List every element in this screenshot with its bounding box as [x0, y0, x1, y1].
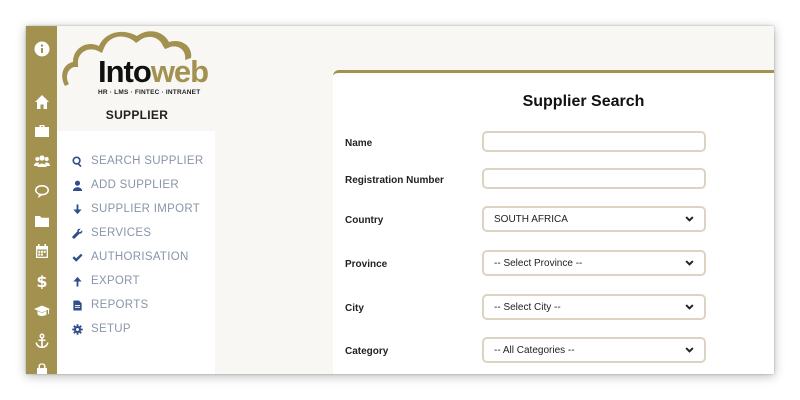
menu-item-label: SETUP [91, 323, 131, 335]
brand-tagline: HR · LMS · FINTEC · INTRANET [98, 89, 201, 96]
menu-item-setup[interactable]: SETUP [57, 319, 215, 339]
anchor-icon[interactable] [26, 330, 57, 352]
check-icon [72, 253, 83, 262]
category-select[interactable]: -- All Categories -- [482, 337, 706, 363]
chevron-down-icon [685, 346, 694, 355]
folder-icon[interactable] [26, 210, 57, 232]
wrench-icon [72, 228, 83, 239]
chat-icon[interactable] [26, 180, 57, 202]
cog-icon [72, 323, 83, 335]
user-icon [72, 180, 83, 191]
city-label: City [345, 303, 364, 314]
icon-rail: $ [26, 26, 57, 374]
city-select[interactable]: -- Select City -- [482, 294, 706, 320]
menu-item-authorisation[interactable]: AUTHORISATION [57, 247, 215, 267]
page-title: Supplier Search [522, 93, 645, 110]
brand-wordmark: Intoweb [98, 54, 209, 89]
menu-item-services[interactable]: SERVICES [57, 223, 215, 243]
menu-item-label: SEARCH SUPPLIER [91, 155, 204, 167]
file-icon [73, 299, 82, 311]
category-select-value: -- All Categories -- [494, 344, 575, 356]
city-select-value: -- Select City -- [494, 301, 561, 313]
registration-number-label: Registration Number [345, 175, 444, 186]
menu-item-supplier-import[interactable]: SUPPLIER IMPORT [57, 199, 215, 219]
calendar-icon[interactable] [26, 240, 57, 262]
chevron-down-icon [685, 215, 694, 224]
menu-item-label: REPORTS [91, 299, 149, 311]
users-icon[interactable] [26, 150, 57, 172]
brand-name-part2: web [150, 54, 209, 89]
supplier-search-card: Supplier Search Name Registration Number… [333, 70, 774, 374]
category-label: Category [345, 346, 389, 357]
country-select-value: SOUTH AFRICA [494, 213, 568, 225]
arrow-down-icon [73, 203, 82, 214]
dollar-icon[interactable]: $ [26, 270, 57, 292]
menu-item-label: EXPORT [91, 275, 140, 287]
province-select[interactable]: -- Select Province -- [482, 250, 706, 276]
menu-item-reports[interactable]: REPORTS [57, 295, 215, 315]
svg-text:$: $ [36, 273, 47, 289]
supplier-menu: SEARCH SUPPLIER ADD SUPPLIER SUPPLIER IM… [57, 131, 215, 374]
chevron-down-icon [685, 303, 694, 312]
search-icon [72, 155, 82, 167]
name-input[interactable] [482, 131, 706, 152]
registration-number-input[interactable] [482, 168, 706, 189]
info-icon[interactable] [26, 38, 57, 60]
menu-item-search-supplier[interactable]: SEARCH SUPPLIER [57, 151, 215, 171]
briefcase-icon[interactable] [26, 120, 57, 142]
brand-logo: Intoweb HR · LMS · FINTEC · INTRANET [57, 26, 217, 100]
menu-item-label: AUTHORISATION [91, 251, 189, 263]
country-label: Country [345, 215, 384, 226]
module-title: SUPPLIER [105, 108, 169, 122]
home-icon[interactable] [26, 91, 57, 113]
menu-item-label: SUPPLIER IMPORT [91, 203, 201, 215]
name-label: Name [345, 138, 373, 149]
province-label: Province [345, 259, 388, 270]
country-select[interactable]: SOUTH AFRICA [482, 206, 706, 232]
menu-item-label: SERVICES [91, 227, 152, 239]
province-select-value: -- Select Province -- [494, 257, 583, 269]
brand-name-part1: Into [98, 54, 152, 89]
graduation-cap-icon[interactable] [26, 300, 57, 322]
arrow-up-icon [73, 276, 82, 287]
app-window: $ Intoweb HR · LMS · FINTEC · INTRANET S… [26, 26, 774, 374]
menu-item-export[interactable]: EXPORT [57, 271, 215, 291]
menu-item-add-supplier[interactable]: ADD SUPPLIER [57, 175, 215, 195]
menu-item-label: ADD SUPPLIER [91, 179, 179, 191]
lock-icon[interactable] [26, 358, 57, 374]
chevron-down-icon [685, 259, 694, 268]
